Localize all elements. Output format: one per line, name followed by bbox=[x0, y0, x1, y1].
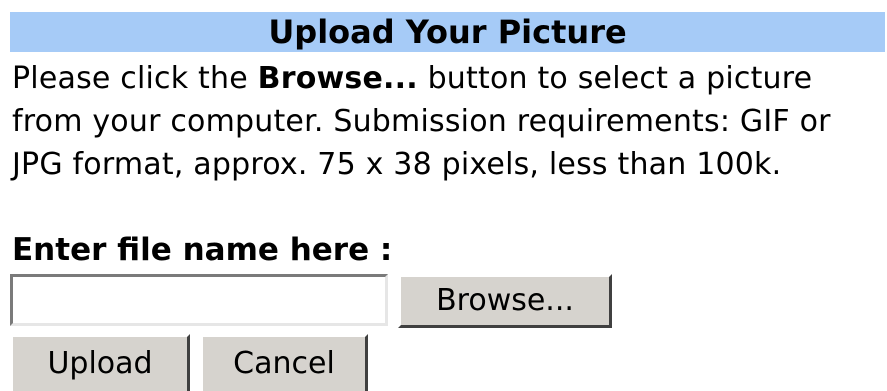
instructions-text-start: Please click the bbox=[12, 61, 258, 96]
cancel-button[interactable]: Cancel bbox=[200, 334, 368, 391]
browse-button[interactable]: Browse... bbox=[398, 274, 612, 328]
upload-button[interactable]: Upload bbox=[10, 334, 190, 391]
file-name-input[interactable] bbox=[10, 274, 388, 326]
page-title: Upload Your Picture bbox=[268, 13, 627, 51]
upload-instructions: Please click the Browse... button to sel… bbox=[12, 57, 882, 186]
file-name-label: Enter file name here : bbox=[12, 232, 393, 268]
instructions-browse-emphasis: Browse... bbox=[257, 61, 418, 96]
upload-title-bar: Upload Your Picture bbox=[10, 12, 885, 52]
